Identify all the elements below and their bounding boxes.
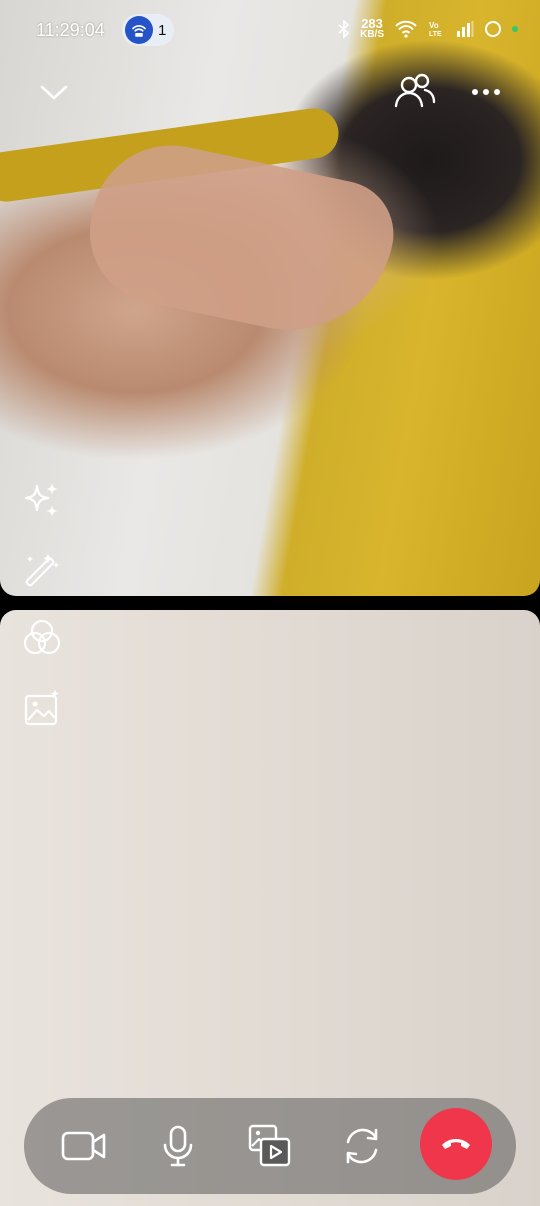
filters-button[interactable] xyxy=(20,616,64,660)
flip-camera-icon xyxy=(346,1128,378,1164)
bluetooth-icon xyxy=(338,20,350,38)
chevron-down-icon xyxy=(40,85,68,100)
people-icon xyxy=(394,73,436,108)
toggle-mic-button[interactable] xyxy=(146,1114,210,1178)
participants-button[interactable] xyxy=(392,70,438,112)
filters-icon xyxy=(23,619,61,655)
remote-video-detail xyxy=(76,130,404,350)
sparkles-icon xyxy=(24,483,58,517)
green-dot xyxy=(512,26,518,32)
svg-text:LTE: LTE xyxy=(429,31,442,38)
share-media-button[interactable] xyxy=(238,1114,302,1178)
volte-icon: Vo LTE xyxy=(429,21,442,38)
share-media-icon xyxy=(248,1124,291,1167)
collapse-button[interactable] xyxy=(34,72,74,112)
video-camera-icon xyxy=(61,1131,106,1161)
hotspot-badge: 1 xyxy=(122,14,174,46)
net-speed: 283 KB/S xyxy=(360,17,384,40)
svg-text:Vo: Vo xyxy=(429,21,439,30)
status-bar: 11:29:04 1 283 KB/S Vo LTE xyxy=(0,0,540,62)
more-icon xyxy=(472,89,500,95)
background-button[interactable] xyxy=(20,686,64,730)
end-call-button[interactable] xyxy=(420,1108,492,1180)
microphone-icon xyxy=(163,1125,193,1167)
status-time: 11:29:04 xyxy=(36,20,105,40)
flip-camera-button[interactable] xyxy=(330,1114,394,1178)
hotspot-count: 1 xyxy=(158,21,167,39)
more-options-button[interactable] xyxy=(466,72,506,112)
magic-wand-icon xyxy=(25,554,59,587)
toggle-video-button[interactable] xyxy=(52,1114,116,1178)
signal-icon xyxy=(457,21,474,37)
call-control-bar xyxy=(24,1098,516,1194)
status-icons: 283 KB/S Vo LTE xyxy=(338,17,518,40)
effects-button[interactable] xyxy=(20,478,64,522)
wifi-icon xyxy=(395,20,417,38)
battery-ring-icon xyxy=(485,21,501,37)
beauty-button[interactable] xyxy=(20,546,64,590)
remote-video[interactable] xyxy=(0,0,540,596)
end-call-icon xyxy=(442,1139,470,1149)
net-speed-unit: KB/S xyxy=(360,29,384,40)
background-image-icon xyxy=(24,689,60,726)
hotspot-icon xyxy=(125,16,153,44)
